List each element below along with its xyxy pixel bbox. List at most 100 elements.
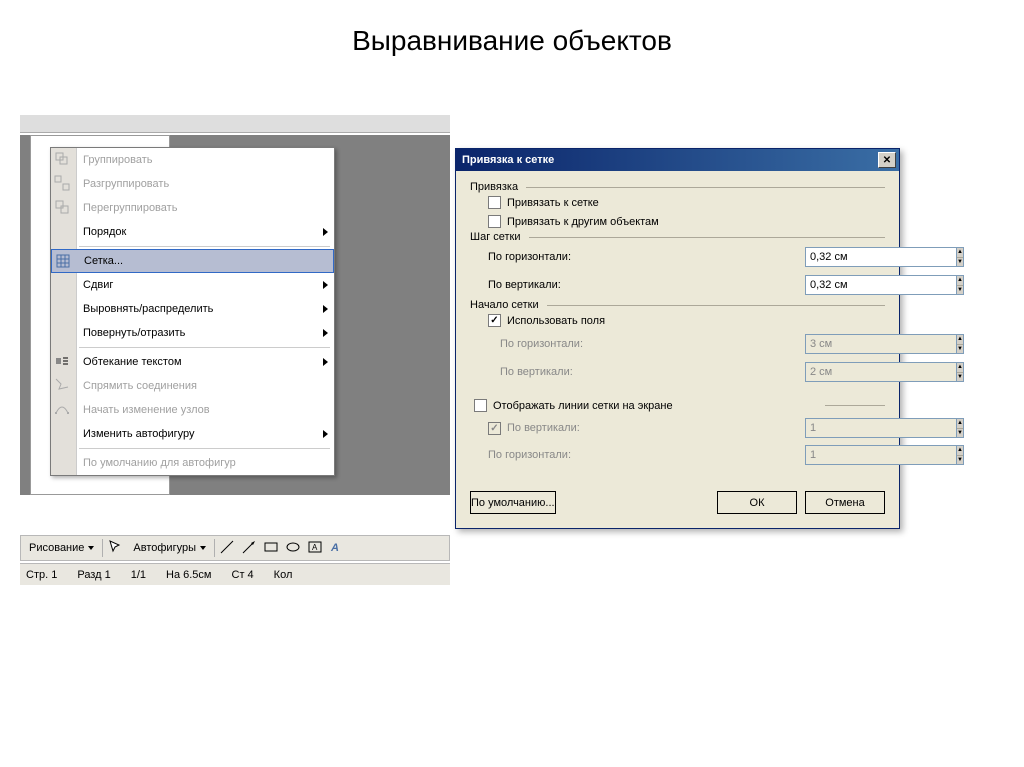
dialog-body: Привязка Привязать к сетке Привязать к д…: [456, 171, 899, 481]
wordart-tool-icon[interactable]: A: [329, 539, 347, 557]
status-section: Разд 1: [77, 569, 110, 581]
status-bar: Стр. 1 Разд 1 1/1 На 6.5см Ст 4 Кол: [20, 563, 450, 585]
menu-rotate-flip[interactable]: Повернуть/отразить: [51, 321, 334, 345]
drawing-toolbar: Рисование Автофигуры A A: [20, 535, 450, 561]
spin-up-icon: ▲: [957, 446, 963, 456]
textbox-tool-icon[interactable]: A: [307, 539, 325, 557]
submenu-arrow-icon: [323, 228, 328, 236]
submenu-arrow-icon: [323, 281, 328, 289]
spin-down-icon: ▼: [957, 373, 963, 382]
spin-down-icon[interactable]: ▼: [957, 286, 963, 295]
ellipse-tool-icon[interactable]: [285, 539, 303, 557]
spin-up-icon: ▲: [957, 419, 963, 429]
snap-to-objects-label: Привязать к другим объектам: [507, 216, 885, 228]
line-tool-icon[interactable]: [219, 539, 237, 557]
spin-up-icon[interactable]: ▲: [957, 248, 963, 258]
horizontal-spacing-label: По горизонтали:: [488, 251, 805, 263]
status-at: На 6.5см: [166, 569, 211, 581]
menu-grid[interactable]: Сетка...: [51, 249, 334, 273]
dialog-title-bar[interactable]: Привязка к сетке ✕: [456, 149, 899, 171]
display-vertical-input: [805, 418, 956, 438]
horizontal-spacing-input[interactable]: [805, 247, 956, 267]
ruler: [20, 115, 450, 133]
menu-separator: [79, 246, 330, 247]
svg-text:A: A: [330, 542, 339, 554]
use-margins-checkbox[interactable]: [488, 314, 501, 327]
menu-nudge[interactable]: Сдвиг: [51, 273, 334, 297]
display-horizontal-input: [805, 445, 956, 465]
status-pages: 1/1: [131, 569, 146, 581]
menu-group: Группировать: [51, 148, 334, 172]
menu-label: Повернуть/отразить: [83, 327, 185, 339]
submenu-arrow-icon: [323, 329, 328, 337]
spin-down-icon[interactable]: ▼: [957, 258, 963, 267]
edit-points-icon: [54, 401, 72, 419]
cancel-button[interactable]: Отмена: [805, 491, 885, 514]
defaults-button[interactable]: По умолчанию...: [470, 491, 556, 514]
horizontal-spacing-spinner[interactable]: ▲▼: [805, 247, 885, 267]
autoshapes-menu-button[interactable]: Автофигуры: [129, 540, 210, 556]
page-title: Выравнивание объектов: [0, 0, 1024, 67]
wrap-icon: [54, 353, 72, 371]
select-objects-icon[interactable]: [107, 539, 125, 557]
menu-align-distribute[interactable]: Выровнять/распределить: [51, 297, 334, 321]
status-page: Стр. 1: [26, 569, 57, 581]
menu-label: Выровнять/распределить: [83, 303, 213, 315]
menu-label: Порядок: [83, 226, 126, 238]
ungroup-icon: [54, 175, 72, 193]
menu-autoshape-defaults: По умолчанию для автофигур: [51, 451, 334, 475]
display-vertical-checkbox: [488, 422, 501, 435]
show-gridlines-checkbox[interactable]: [474, 399, 487, 412]
snap-to-grid-label: Привязать к сетке: [507, 197, 885, 209]
menu-change-autoshape[interactable]: Изменить автофигуру: [51, 422, 334, 446]
spin-down-icon: ▼: [957, 345, 963, 354]
snap-to-grid-checkbox[interactable]: [488, 196, 501, 209]
origin-vertical-spinner: ▲▼: [805, 362, 885, 382]
menu-label: Спрямить соединения: [83, 380, 197, 392]
close-icon: ✕: [883, 155, 891, 166]
vertical-spacing-spinner[interactable]: ▲▼: [805, 275, 885, 295]
group-icon: [54, 151, 72, 169]
menu-label: Группировать: [83, 154, 153, 166]
arrow-tool-icon[interactable]: [241, 539, 259, 557]
display-horizontal-spinner: ▲▼: [805, 445, 885, 465]
vertical-spacing-label: По вертикали:: [488, 279, 805, 291]
grid-icon: [55, 253, 73, 271]
menu-label: Разгруппировать: [83, 178, 169, 190]
dialog-button-row: По умолчанию... ОК Отмена: [456, 481, 899, 528]
menu-label: Обтекание текстом: [83, 356, 182, 368]
display-horizontal-label: По горизонтали:: [488, 449, 805, 461]
origin-group-label: Начало сетки: [470, 299, 885, 311]
menu-regroup: Перегруппировать: [51, 196, 334, 220]
snap-to-objects-checkbox[interactable]: [488, 215, 501, 228]
show-gridlines-label: Отображать линии сетки на экране: [493, 400, 817, 412]
status-column: Кол: [274, 569, 293, 581]
status-line: Ст 4: [232, 569, 254, 581]
dialog-title: Привязка к сетке: [462, 154, 554, 166]
vertical-spacing-input[interactable]: [805, 275, 956, 295]
menu-order[interactable]: Порядок: [51, 220, 334, 244]
menu-text-wrap[interactable]: Обтекание текстом: [51, 350, 334, 374]
spin-down-icon: ▼: [957, 429, 963, 438]
rectangle-tool-icon[interactable]: [263, 539, 281, 557]
spin-down-icon: ▼: [957, 456, 963, 465]
origin-vertical-label: По вертикали:: [500, 366, 805, 378]
drawing-menu-button[interactable]: Рисование: [25, 540, 98, 556]
origin-horizontal-input: [805, 334, 956, 354]
spin-up-icon: ▲: [957, 363, 963, 373]
menu-label: По умолчанию для автофигур: [83, 457, 236, 469]
svg-text:A: A: [312, 543, 318, 552]
ok-button[interactable]: ОК: [717, 491, 797, 514]
spacing-group-label: Шаг сетки: [470, 231, 885, 243]
origin-horizontal-label: По горизонтали:: [500, 338, 805, 350]
menu-edit-points: Начать изменение узлов: [51, 398, 334, 422]
menu-label: Перегруппировать: [83, 202, 177, 214]
display-vertical-spinner: ▲▼: [805, 418, 885, 438]
straighten-icon: [54, 377, 72, 395]
spin-up-icon[interactable]: ▲: [957, 276, 963, 286]
regroup-icon: [54, 199, 72, 217]
close-button[interactable]: ✕: [878, 152, 896, 168]
snap-to-grid-dialog: Привязка к сетке ✕ Привязка Привязать к …: [455, 148, 900, 529]
menu-straighten: Спрямить соединения: [51, 374, 334, 398]
menu-separator: [79, 448, 330, 449]
